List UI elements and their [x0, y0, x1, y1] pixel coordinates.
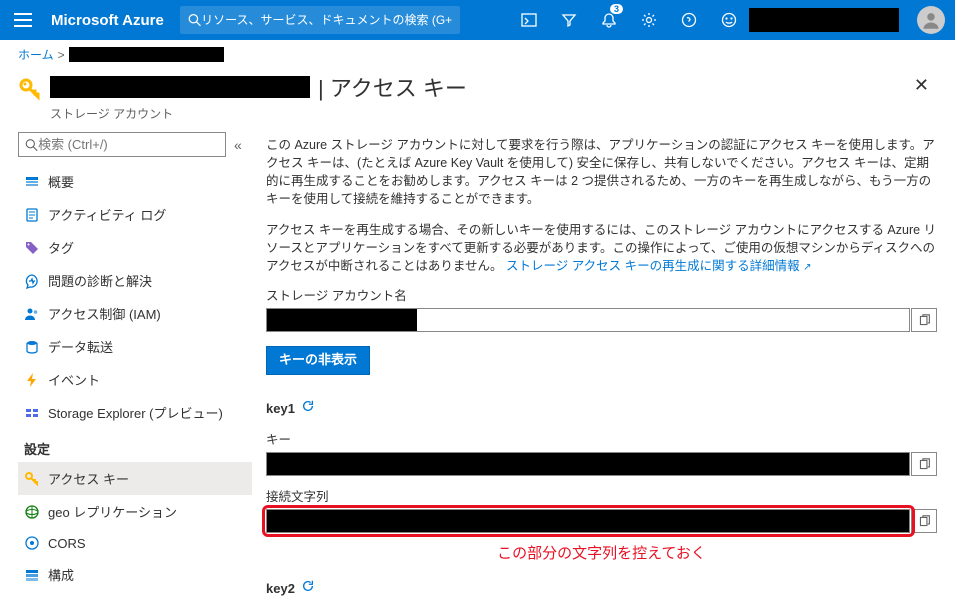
account-name-redacted: [267, 309, 417, 331]
page-subtitle: ストレージ アカウント: [50, 105, 906, 122]
page-title: | アクセス キー: [318, 71, 467, 103]
key-icon: [18, 77, 42, 104]
sidebar-item-configuration[interactable]: 構成: [18, 558, 252, 591]
key1-connstr-redacted: [267, 510, 909, 532]
close-icon[interactable]: ✕: [906, 71, 937, 100]
sidebar-item-label: 概要: [48, 172, 74, 191]
sidebar-item-geo-replication[interactable]: geo レプリケーション: [18, 495, 252, 528]
event-icon: [24, 372, 40, 388]
external-link-icon: ↗: [803, 262, 811, 273]
copy-key1-key-button[interactable]: [911, 452, 937, 476]
cloudshell-icon[interactable]: [509, 0, 549, 40]
global-search[interactable]: [180, 6, 460, 34]
key1-connstr-field[interactable]: [266, 509, 910, 533]
sidebar-section-settings: 設定: [18, 429, 252, 462]
sidebar: « 概要 アクティビティ ログ タグ 問題の診断と解決 アクセス制御 (IAM)…: [0, 126, 252, 614]
search-icon: [188, 13, 201, 27]
topbar: Microsoft Azure 3: [0, 0, 955, 40]
sidebar-item-label: イベント: [48, 370, 100, 389]
sidebar-item-label: CORS: [48, 536, 86, 551]
sidebar-item-cors[interactable]: CORS: [18, 528, 252, 558]
key1-title: key1: [266, 399, 937, 419]
description-1: この Azure ストレージ アカウントに対して要求を行う際は、アプリケーション…: [266, 136, 937, 209]
tag-icon: [24, 240, 40, 256]
overview-icon: [24, 174, 40, 190]
sidebar-item-data-transfer[interactable]: データ転送: [18, 330, 252, 363]
sidebar-item-label: geo レプリケーション: [48, 502, 177, 521]
sidebar-item-label: 構成: [48, 565, 74, 584]
description-2: アクセス キーを再生成する場合、その新しいキーを使用するには、このストレージ ア…: [266, 221, 937, 276]
sidebar-item-label: Storage Explorer (プレビュー): [48, 403, 223, 422]
regenerate-info-link[interactable]: ストレージ アクセス キーの再生成に関する詳細情報 ↗: [506, 259, 811, 273]
hide-keys-button[interactable]: キーの非表示: [266, 346, 370, 375]
diagnose-icon: [24, 273, 40, 289]
sidebar-item-access-keys[interactable]: アクセス キー: [18, 462, 252, 495]
main-area: « 概要 アクティビティ ログ タグ 問題の診断と解決 アクセス制御 (IAM)…: [0, 126, 955, 614]
notification-badge: 3: [610, 4, 623, 14]
regenerate-key1-icon[interactable]: [301, 399, 315, 419]
sidebar-list: 概要 アクティビティ ログ タグ 問題の診断と解決 アクセス制御 (IAM) デ…: [18, 165, 252, 591]
activity-log-icon: [24, 207, 40, 223]
regenerate-key2-icon[interactable]: [301, 579, 315, 599]
cors-icon: [24, 535, 40, 551]
content-pane: この Azure ストレージ アカウントに対して要求を行う際は、アプリケーション…: [252, 126, 955, 614]
key1-key-field[interactable]: [266, 452, 910, 476]
brand-label[interactable]: Microsoft Azure: [45, 12, 180, 29]
transfer-icon: [24, 339, 40, 355]
copy-key1-connstr-button[interactable]: [911, 509, 937, 533]
sidebar-item-iam[interactable]: アクセス制御 (IAM): [18, 297, 252, 330]
sidebar-item-diagnose[interactable]: 問題の診断と解決: [18, 264, 252, 297]
sidebar-item-label: アクティビティ ログ: [48, 205, 166, 224]
copy-account-name-button[interactable]: [911, 308, 937, 332]
resource-name-redacted: [50, 76, 310, 98]
feedback-icon[interactable]: [709, 0, 749, 40]
sidebar-item-label: データ転送: [48, 337, 113, 356]
iam-icon: [24, 306, 40, 322]
page-header: | アクセス キー ストレージ アカウント ✕: [0, 65, 955, 126]
account-info-redacted: [749, 8, 899, 32]
sidebar-item-storage-explorer[interactable]: Storage Explorer (プレビュー): [18, 396, 252, 429]
sidebar-item-label: アクセス キー: [48, 469, 129, 488]
directory-filter-icon[interactable]: [549, 0, 589, 40]
hamburger-menu-icon[interactable]: [0, 0, 45, 40]
sidebar-item-label: タグ: [48, 238, 74, 257]
config-icon: [24, 567, 40, 583]
help-icon[interactable]: [669, 0, 709, 40]
breadcrumb-sep: >: [58, 48, 65, 62]
breadcrumb-redacted: [69, 47, 224, 62]
explorer-icon: [24, 405, 40, 421]
key1-value-redacted: [267, 453, 909, 475]
sidebar-item-label: アクセス制御 (IAM): [48, 304, 161, 323]
sidebar-item-tags[interactable]: タグ: [18, 231, 252, 264]
sidebar-item-events[interactable]: イベント: [18, 363, 252, 396]
notifications-icon[interactable]: 3: [589, 0, 629, 40]
sidebar-item-label: 問題の診断と解決: [48, 271, 152, 290]
sidebar-search[interactable]: [18, 132, 226, 157]
annotation-text: この部分の文字列を控えておく: [266, 543, 937, 565]
breadcrumb: ホーム >: [0, 40, 955, 65]
search-icon: [25, 138, 38, 152]
sidebar-search-input[interactable]: [38, 137, 219, 152]
label-account-name: ストレージ アカウント名: [266, 287, 937, 305]
geo-icon: [24, 504, 40, 520]
key-icon: [24, 471, 40, 487]
sidebar-item-overview[interactable]: 概要: [18, 165, 252, 198]
key2-title: key2: [266, 579, 937, 599]
copy-icon: [918, 515, 931, 528]
avatar[interactable]: [917, 6, 945, 34]
breadcrumb-home[interactable]: ホーム: [18, 46, 54, 63]
collapse-sidebar-icon[interactable]: «: [230, 133, 246, 157]
settings-icon[interactable]: [629, 0, 669, 40]
sidebar-item-activity-log[interactable]: アクティビティ ログ: [18, 198, 252, 231]
label-key1-connstr: 接続文字列: [266, 488, 937, 506]
global-search-input[interactable]: [201, 13, 452, 27]
copy-icon: [918, 458, 931, 471]
copy-icon: [918, 314, 931, 327]
label-key1-key: キー: [266, 431, 937, 449]
account-name-field[interactable]: [266, 308, 910, 332]
